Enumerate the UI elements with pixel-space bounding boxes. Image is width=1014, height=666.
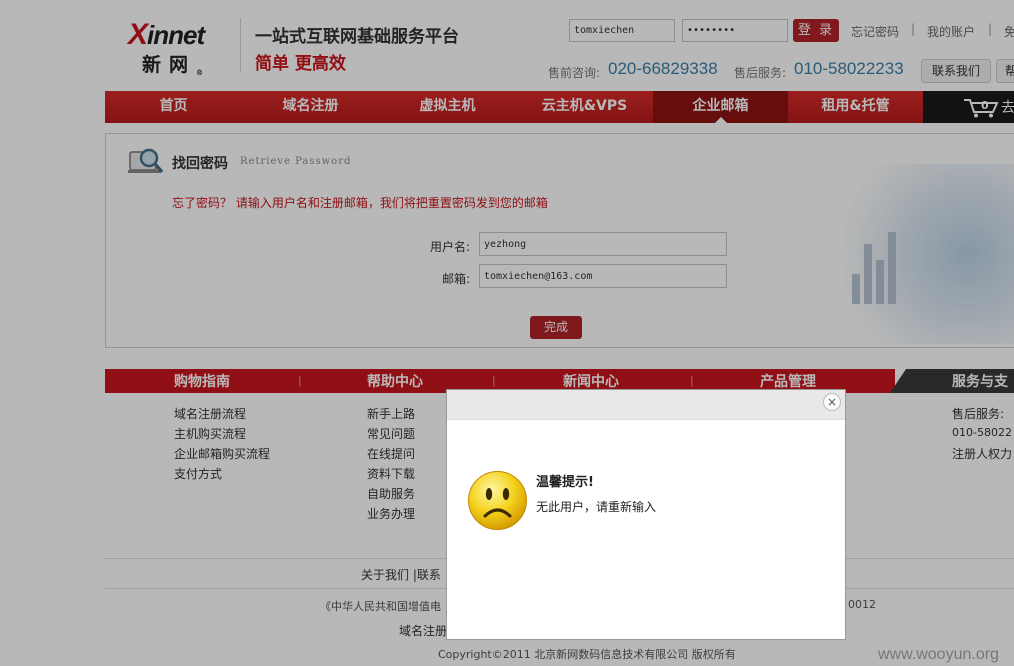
watermark: www.wooyun.org [878, 646, 999, 663]
close-icon[interactable]: × [823, 393, 841, 411]
alert-dialog: × 温馨提示! 无此用户，请重新输入 [446, 389, 846, 640]
dialog-title: 温馨提示! [536, 475, 594, 490]
dialog-titlebar: × [447, 390, 845, 420]
sad-face-icon [468, 471, 527, 530]
dialog-message: 无此用户，请重新输入 [536, 500, 657, 514]
